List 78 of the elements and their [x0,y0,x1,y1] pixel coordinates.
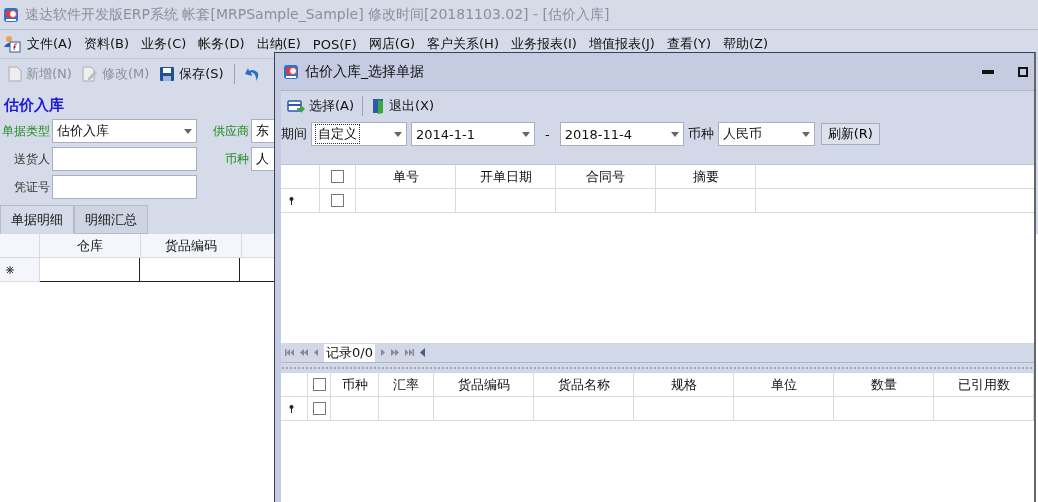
column-header[interactable]: 合同号 [556,165,656,188]
column-header[interactable]: 已引用数 [934,373,1034,396]
field-label: 单据类型 [1,122,50,140]
column-header[interactable]: 汇率 [379,373,434,396]
document-icon [8,65,22,82]
column-header[interactable]: 货品名称 [534,373,634,396]
column-header[interactable]: 货品编码 [434,373,534,396]
app-logo-icon [283,63,299,80]
menu-item[interactable]: 业务报表(I) [504,35,583,53]
maximize-icon[interactable] [1018,66,1028,77]
asterisk-icon [6,265,14,274]
form-heading: 估价入库 [2,95,65,116]
menu-item[interactable]: 网店(G) [362,35,422,53]
window-title: 速达软件开发版ERP系统 帐套[MRPSample_Sample] 修改时间[20181103.02] - [估价入库] [25,5,610,24]
checkbox[interactable] [331,170,344,183]
previous-page-icon[interactable] [300,349,308,356]
input-field[interactable] [52,175,197,199]
column-header[interactable]: 货品编码 [141,234,242,258]
date-field[interactable]: 2018-11-4 [559,122,684,146]
menu-item[interactable]: 查看(Y) [660,35,717,53]
last-record-icon[interactable] [404,349,414,356]
toolbar-button[interactable]: 选择(A) [285,95,357,117]
field-label: 期间 [281,125,307,143]
menu-item[interactable]: 文件(A) [21,35,79,53]
column-header[interactable]: 数量 [834,373,934,396]
caret-icon [522,131,530,137]
range-separator: - [544,126,551,142]
toolbar-button[interactable]: 保存(S) [157,62,226,85]
menu-item[interactable]: 帮助(Z) [717,35,775,53]
checkbox[interactable] [312,378,326,391]
column-header[interactable]: 仓库 [40,234,141,258]
tab[interactable]: 单据明细 [0,205,74,234]
next-page-icon[interactable] [390,349,399,356]
column-header[interactable]: 开单日期 [456,165,556,188]
previous-record-icon[interactable] [314,349,318,356]
checkbox[interactable] [331,194,344,207]
document-pencil-icon [81,65,98,82]
field-label: 供应商 [212,122,249,140]
column-header[interactable]: 单号 [356,165,456,188]
app-logo-icon [3,6,19,23]
caret-icon [801,131,810,137]
column-header[interactable]: 币种 [331,373,379,396]
menu-item[interactable]: 增值报表(J) [582,35,661,53]
record-count: 记录0/0 [324,343,375,362]
menu-item[interactable]: 帐务(D) [192,35,251,53]
field-label: 币种 [687,125,714,143]
date-field[interactable]: 2014-1-1 [411,122,535,146]
caret-icon [670,131,679,137]
checkbox[interactable] [312,402,326,415]
row-pointer-icon [289,404,294,413]
tab[interactable]: 明细汇总 [74,205,148,234]
menu-item[interactable]: 业务(C) [135,35,193,53]
column-header[interactable]: 规格 [634,373,734,396]
column-header[interactable]: 摘要 [656,165,756,188]
column-header[interactable]: 单位 [734,373,834,396]
caret-icon [394,131,402,137]
caret-icon [184,128,192,134]
select-field[interactable]: 估价入库 [52,119,197,143]
select-field[interactable]: 人民币 [717,122,815,146]
menu-item[interactable]: 客户关系(H) [421,35,505,53]
field-label: 币种 [224,150,249,168]
row-pointer-icon [289,196,294,205]
door-icon [371,98,386,114]
input-field[interactable] [52,147,197,171]
menu-item[interactable]: 出纳(E) [250,35,307,53]
person-document-icon [3,35,21,53]
menu-item[interactable]: POS(F) [306,36,363,52]
field-label: 送货人 [13,150,50,168]
triangle-icon[interactable] [419,348,425,357]
minimize-icon[interactable] [982,69,994,74]
refresh-button[interactable]: 刷新(R) [820,123,880,145]
menu-item[interactable]: 资料(B) [78,35,136,53]
select-field[interactable]: 自定义 [311,122,407,146]
next-record-icon[interactable] [380,349,385,356]
field-label: 凭证号 [13,178,50,196]
first-record-icon[interactable] [285,349,294,356]
dialog-title: 估价入库_选择单据 [305,62,424,81]
toolbar-button[interactable]: 退出(X) [369,95,437,117]
